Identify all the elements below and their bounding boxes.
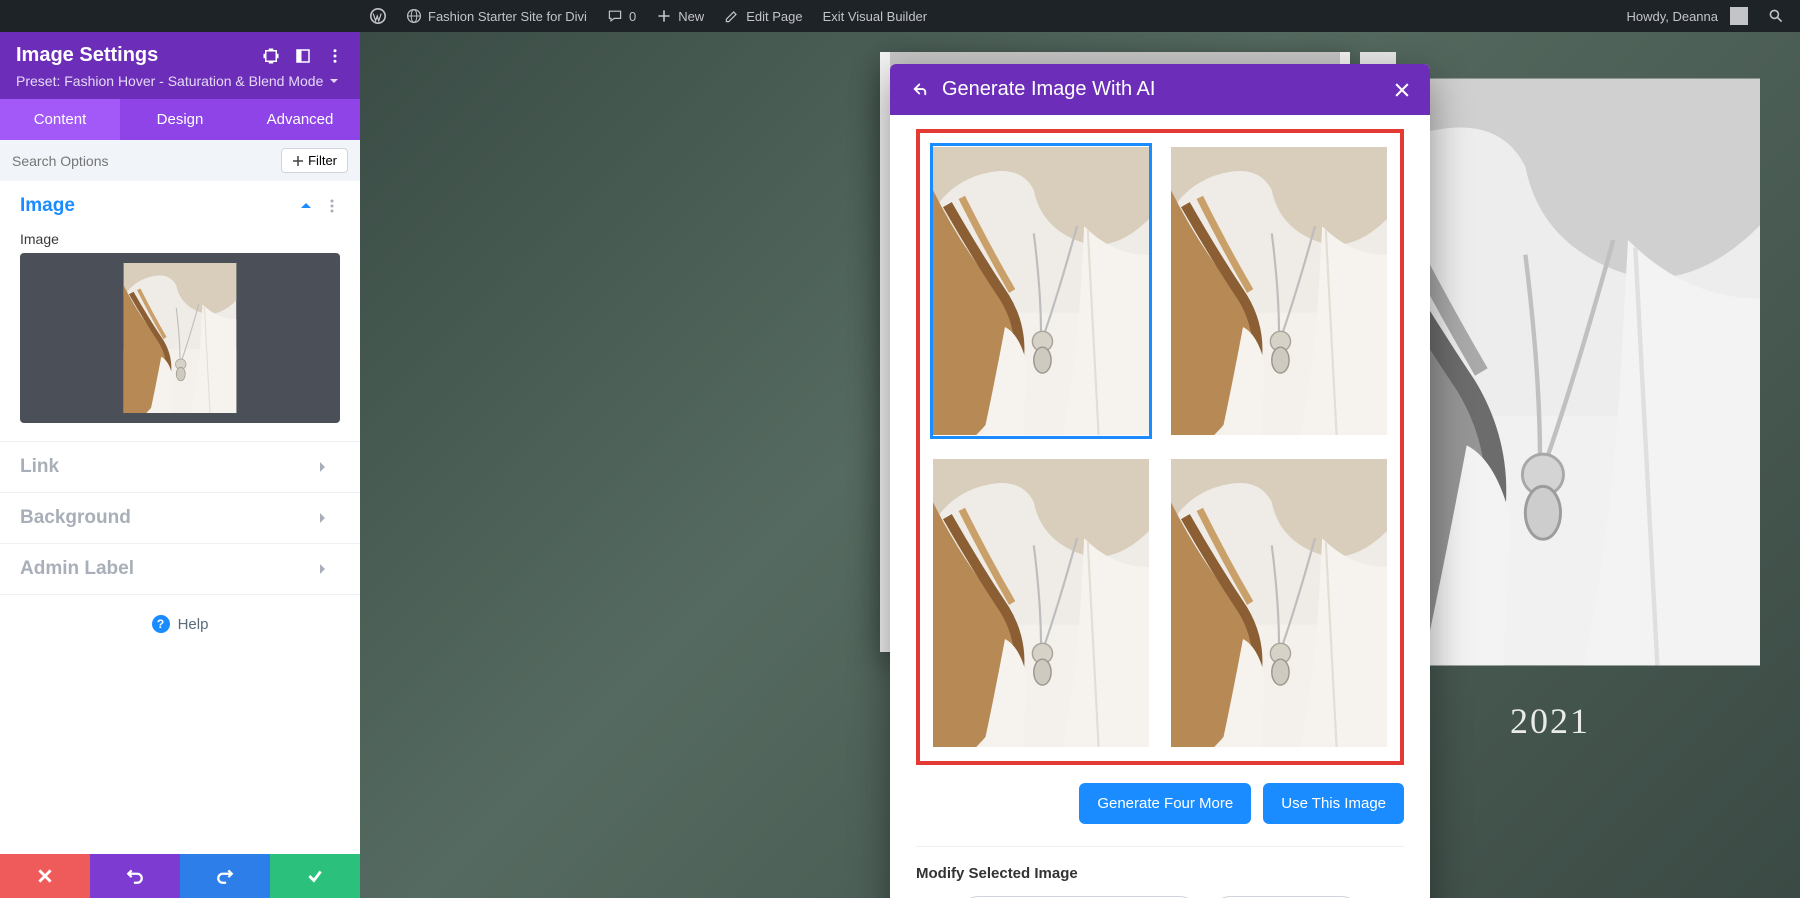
preset-label: Preset: Fashion Hover - Saturation & Ble…	[16, 73, 323, 89]
section-background-title: Background	[20, 507, 314, 529]
avatar	[1730, 7, 1748, 25]
panel-tabs: Content Design Advanced	[0, 99, 360, 140]
tab-design[interactable]: Design	[120, 99, 240, 140]
ai-result-4[interactable]	[1168, 455, 1390, 751]
section-image-title: Image	[20, 195, 298, 217]
image-settings-panel: Image Settings Preset: Fashion Hover - S…	[0, 32, 360, 898]
chevron-down-icon	[329, 76, 339, 86]
section-image-toggle[interactable]: Image	[0, 181, 360, 231]
modal-title: Generate Image With AI	[942, 78, 1378, 101]
tab-advanced[interactable]: Advanced	[240, 99, 360, 140]
section-admin-label-title: Admin Label	[20, 558, 314, 580]
undo-button[interactable]	[90, 854, 180, 898]
exit-vb-label: Exit Visual Builder	[823, 9, 928, 24]
new-label: New	[678, 9, 704, 24]
help-label: Help	[178, 616, 209, 633]
back-icon[interactable]	[908, 80, 928, 100]
ai-result-3[interactable]	[930, 455, 1152, 751]
site-name-text: Fashion Starter Site for Divi	[428, 9, 587, 24]
close-icon[interactable]	[1392, 80, 1412, 100]
close-button[interactable]	[0, 854, 90, 898]
save-button[interactable]	[270, 854, 360, 898]
modal-divider	[916, 846, 1404, 847]
admin-search[interactable]	[1758, 0, 1794, 32]
expand-icon[interactable]	[262, 47, 280, 65]
section-link-title: Link	[20, 456, 314, 478]
plus-icon	[292, 155, 304, 167]
dock-icon[interactable]	[294, 47, 312, 65]
chevron-down-icon	[314, 510, 330, 526]
chevron-down-icon	[314, 459, 330, 475]
filter-label: Filter	[308, 153, 337, 168]
wp-admin-bar: Fashion Starter Site for Divi 0 New Edit…	[0, 0, 1800, 32]
kebab-icon[interactable]	[324, 198, 340, 214]
chevron-up-icon	[298, 198, 314, 214]
generate-image-ai-modal: Generate Image With AI Generate Four Mor…	[890, 64, 1430, 898]
search-options-input[interactable]	[12, 153, 281, 169]
redo-button[interactable]	[180, 854, 270, 898]
exit-visual-builder[interactable]: Exit Visual Builder	[813, 0, 938, 32]
search-filter-row: Filter	[0, 140, 360, 181]
edit-page[interactable]: Edit Page	[714, 0, 812, 32]
modal-header: Generate Image With AI	[890, 64, 1430, 115]
generate-four-more-button[interactable]: Generate Four More	[1079, 783, 1251, 824]
filter-button[interactable]: Filter	[281, 148, 348, 173]
image-field-label: Image	[20, 231, 340, 247]
ai-result-2[interactable]	[1168, 143, 1390, 439]
section-background-toggle[interactable]: Background	[0, 493, 360, 543]
tab-content[interactable]: Content	[0, 99, 120, 140]
comments-link[interactable]: 0	[597, 0, 646, 32]
kebab-icon[interactable]	[326, 47, 344, 65]
image-preview[interactable]	[20, 253, 340, 423]
section-link-toggle[interactable]: Link	[0, 442, 360, 492]
help-link[interactable]: ? Help	[0, 595, 360, 653]
comments-count: 0	[629, 9, 636, 24]
ai-result-1[interactable]	[930, 143, 1152, 439]
wp-logo[interactable]	[360, 0, 396, 32]
preset-dropdown[interactable]: Preset: Fashion Hover - Saturation & Ble…	[16, 73, 344, 89]
edit-page-label: Edit Page	[746, 9, 802, 24]
builder-canvas: 2021 Generate Image With AI	[360, 32, 1800, 898]
year-caption: 2021	[1510, 700, 1590, 742]
modify-selected-label: Modify Selected Image	[916, 865, 1404, 882]
howdy-text: Howdy, Deanna	[1626, 9, 1718, 24]
my-account[interactable]: Howdy, Deanna	[1616, 0, 1758, 32]
panel-footer	[0, 854, 360, 898]
new-content[interactable]: New	[646, 0, 714, 32]
chevron-down-icon	[314, 561, 330, 577]
panel-title: Image Settings	[16, 44, 250, 67]
ai-results-highlight	[916, 129, 1404, 765]
use-this-image-button[interactable]: Use This Image	[1263, 783, 1404, 824]
section-admin-label-toggle[interactable]: Admin Label	[0, 544, 360, 594]
panel-header: Image Settings Preset: Fashion Hover - S…	[0, 32, 360, 99]
image-thumbnail	[120, 263, 240, 413]
ai-results-grid	[930, 143, 1390, 751]
site-name[interactable]: Fashion Starter Site for Divi	[396, 0, 597, 32]
